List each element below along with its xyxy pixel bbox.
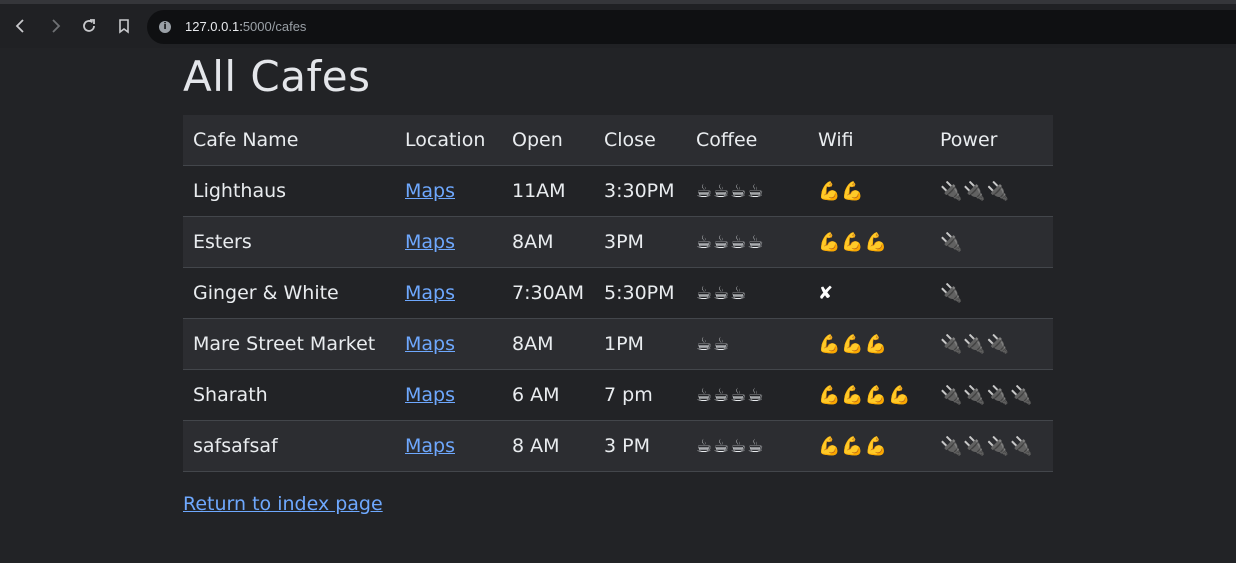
open-time: 8 AM [502,420,594,472]
column-header-location: Location [395,115,502,166]
url-host: 127.0.0.1: [185,19,243,34]
page-title: All Cafes [183,52,371,101]
bookmark-icon[interactable] [115,17,133,35]
column-header-close: Close [594,115,686,166]
coffee-rating: ☕☕☕☕ [686,369,808,421]
return-to-index-link[interactable]: Return to index page [183,493,383,515]
coffee-rating: ☕☕ [686,318,808,370]
wifi-rating: 💪💪💪 [808,318,930,370]
url-path: 5000/cafes [242,19,307,34]
close-time: 7 pm [594,369,686,421]
column-header-coffee: Coffee [686,115,808,166]
maps-link[interactable]: Maps [405,231,455,253]
table-row: Ginger & White Maps 7:30AM 5:30PM ☕☕☕ ✘ … [183,267,1053,319]
wifi-rating: 💪💪 [808,165,930,217]
location-cell: Maps [395,216,502,268]
cafe-name: Esters [183,216,395,268]
table-header-row: Cafe Name Location Open Close Coffee Wif… [183,115,1053,166]
open-time: 8AM [502,216,594,268]
maps-link[interactable]: Maps [405,180,455,202]
coffee-rating: ☕☕☕ [686,267,808,319]
close-time: 3PM [594,216,686,268]
close-time: 5:30PM [594,267,686,319]
cafe-name: Sharath [183,369,395,421]
close-time: 1PM [594,318,686,370]
table-row: Lighthaus Maps 11AM 3:30PM ☕☕☕☕ 💪💪 🔌🔌🔌 [183,165,1053,217]
table-row: Esters Maps 8AM 3PM ☕☕☕☕ 💪💪💪 🔌 [183,216,1053,268]
wifi-rating: 💪💪💪 [808,216,930,268]
maps-link[interactable]: Maps [405,282,455,304]
column-header-open: Open [502,115,594,166]
close-time: 3 PM [594,420,686,472]
power-rating: 🔌 [930,267,1053,319]
close-time: 3:30PM [594,165,686,217]
power-rating: 🔌🔌🔌 [930,165,1053,217]
site-info-icon[interactable]: i [159,21,171,33]
open-time: 8AM [502,318,594,370]
power-rating: 🔌🔌🔌🔌 [930,369,1053,421]
location-cell: Maps [395,420,502,472]
maps-link[interactable]: Maps [405,435,455,457]
column-header-power: Power [930,115,1053,166]
location-cell: Maps [395,369,502,421]
cafe-name: Ginger & White [183,267,395,319]
browser-toolbar: i 127.0.0.1:5000/cafes [0,0,1236,48]
maps-link[interactable]: Maps [405,333,455,355]
coffee-rating: ☕☕☕☕ [686,216,808,268]
cafe-name: Mare Street Market [183,318,395,370]
cafe-name: Lighthaus [183,165,395,217]
open-time: 7:30AM [502,267,594,319]
location-cell: Maps [395,165,502,217]
table-row: safsafsaf Maps 8 AM 3 PM ☕☕☕☕ 💪💪💪 🔌🔌🔌🔌 [183,420,1053,472]
maps-link[interactable]: Maps [405,384,455,406]
back-arrow-icon[interactable] [12,17,30,35]
cafe-name: safsafsaf [183,420,395,472]
url-text: 127.0.0.1:5000/cafes [185,19,306,35]
forward-arrow-icon[interactable] [46,17,64,35]
coffee-rating: ☕☕☕☕ [686,165,808,217]
power-rating: 🔌 [930,216,1053,268]
location-cell: Maps [395,267,502,319]
table-row: Sharath Maps 6 AM 7 pm ☕☕☕☕ 💪💪💪💪 🔌🔌🔌🔌 [183,369,1053,421]
reload-icon[interactable] [80,17,98,35]
column-header-wifi: Wifi [808,115,930,166]
wifi-rating: 💪💪💪 [808,420,930,472]
open-time: 11AM [502,165,594,217]
address-bar[interactable]: i 127.0.0.1:5000/cafes [147,10,1236,44]
open-time: 6 AM [502,369,594,421]
wifi-rating: 💪💪💪💪 [808,369,930,421]
table-row: Mare Street Market Maps 8AM 1PM ☕☕ 💪💪💪 🔌… [183,318,1053,370]
coffee-rating: ☕☕☕☕ [686,420,808,472]
cafes-table: Cafe Name Location Open Close Coffee Wif… [183,115,1053,472]
power-rating: 🔌🔌🔌🔌 [930,420,1053,472]
wifi-rating: ✘ [808,267,930,319]
location-cell: Maps [395,318,502,370]
power-rating: 🔌🔌🔌 [930,318,1053,370]
column-header-cafe-name: Cafe Name [183,115,395,166]
